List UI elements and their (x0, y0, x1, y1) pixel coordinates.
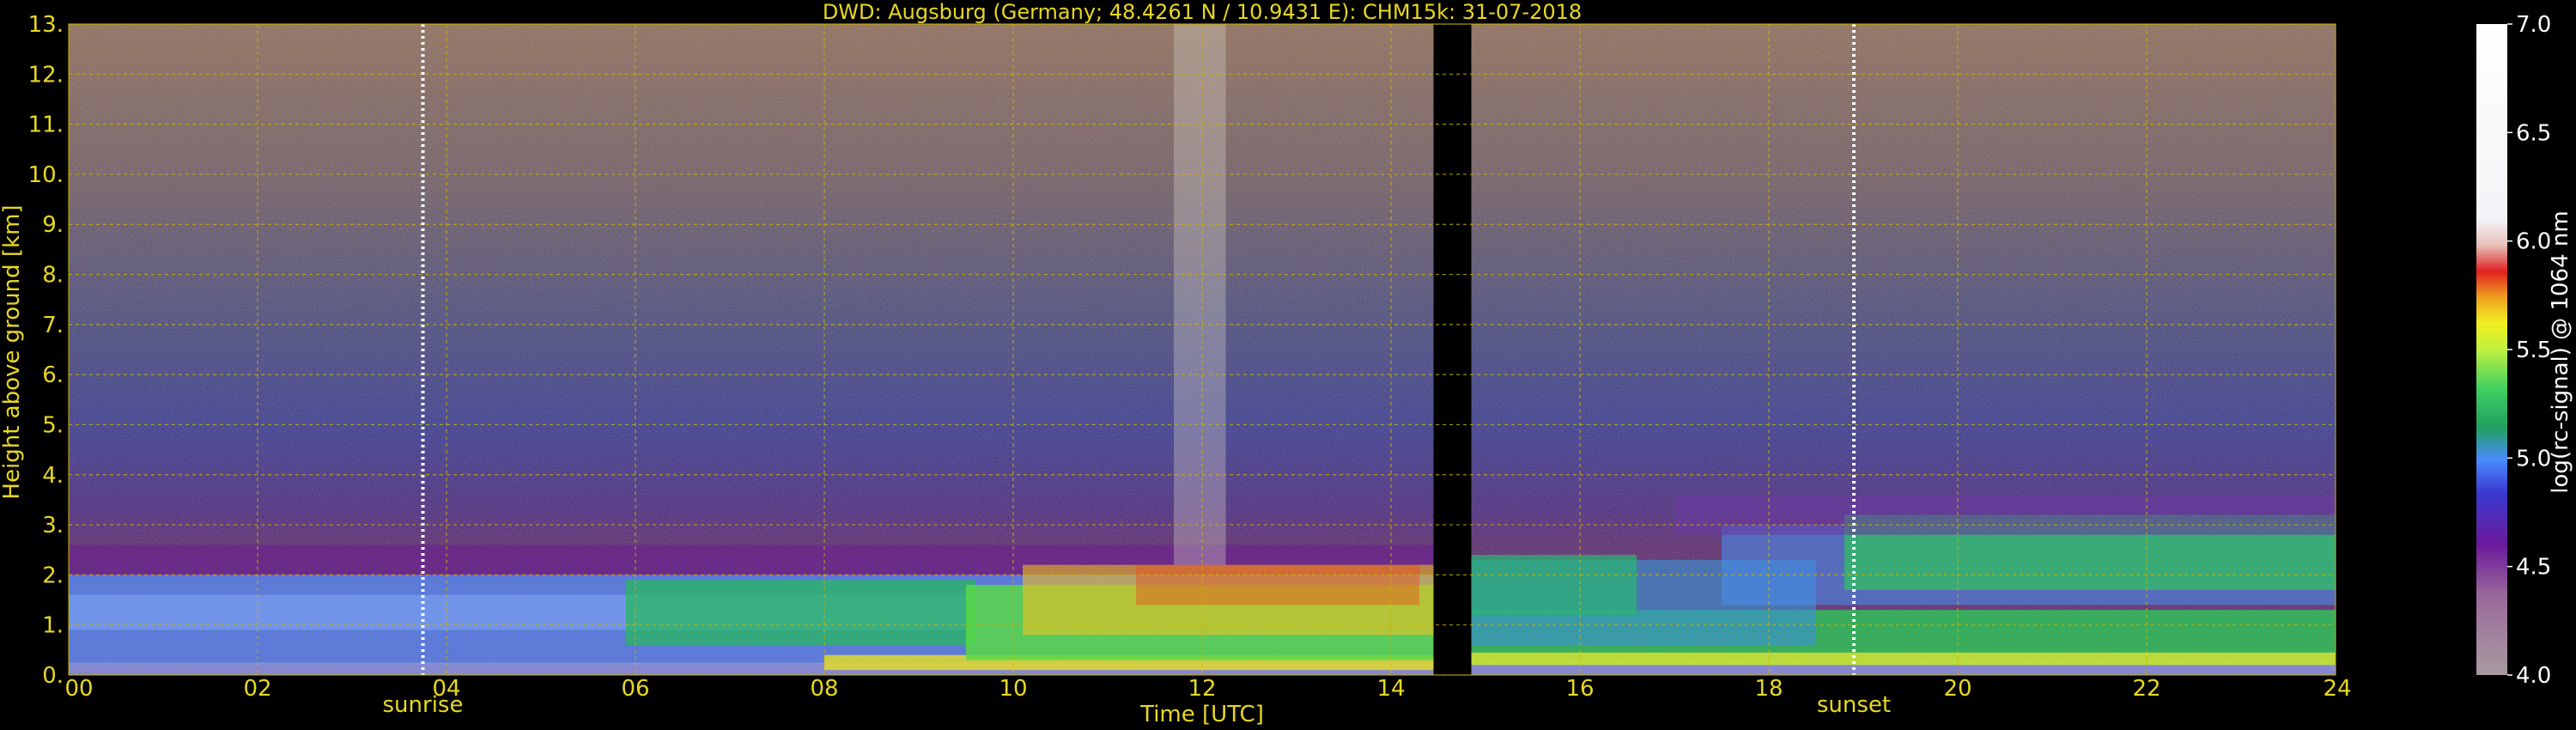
x-tick-label: 22 (2132, 676, 2160, 702)
x-tick-label: 12 (1188, 676, 1216, 702)
x-tick-label: 06 (621, 676, 649, 702)
sun-labels: sunrise sunset (383, 692, 1892, 718)
y-tick-label: 0. (42, 663, 64, 689)
y-tick-label: 3. (42, 513, 64, 538)
y-tick-labels: 0. 1. 2. 3. 4. 5. 6. 7. 8. 9. 10. 11. 12. 13. (28, 12, 64, 689)
colorbar-tick-label: 5.5 (2516, 338, 2551, 363)
colorbar-tick-label: 4.5 (2516, 555, 2551, 581)
chart-title: DWD: Augsburg (Germany; 48.4261 N / 10.9… (823, 0, 1582, 24)
sunrise-label: sunrise (383, 692, 464, 718)
layer-band (626, 580, 975, 646)
layer-band (1471, 555, 1637, 616)
y-tick-label: 13. (28, 12, 64, 38)
x-tick-label: 02 (243, 676, 271, 702)
colorbar-ticks: 4.0 4.5 5.0 5.5 6.0 6.5 7.0 (2507, 12, 2551, 689)
y-tick-label: 1. (42, 613, 64, 639)
colorbar-gradient (2476, 24, 2507, 675)
y-axis-label: Height above ground [km] (0, 204, 25, 499)
colorbar-tick-label: 4.0 (2516, 663, 2551, 689)
layer-band (1136, 564, 1419, 605)
x-tick-label: 20 (1943, 676, 1971, 702)
colorbar-tick-label: 6.0 (2516, 229, 2551, 255)
colorbar-tick-label: 5.0 (2516, 446, 2551, 471)
y-tick-label: 9. (42, 212, 64, 238)
y-tick-label: 6. (42, 362, 64, 388)
x-tick-label: 16 (1565, 676, 1594, 702)
y-tick-label: 12. (28, 62, 64, 88)
x-tick-label: 14 (1376, 676, 1405, 702)
layer-band (1674, 495, 2336, 535)
plot-area (69, 24, 2336, 675)
ceilometer-chart: DWD: Augsburg (Germany; 48.4261 N / 10.9… (0, 0, 2573, 727)
x-tick-label: 18 (1754, 676, 1783, 702)
missing-data-gap (1433, 24, 1472, 675)
colorbar: 4.0 4.5 5.0 5.5 6.0 6.5 7.0 log(rc-signal) @ 1… (2476, 12, 2573, 689)
layer-band (1174, 24, 1226, 565)
colorbar-tick-label: 6.5 (2516, 120, 2551, 146)
x-tick-label: 08 (810, 676, 838, 702)
y-tick-label: 5. (42, 412, 64, 438)
layer-band (1471, 652, 2336, 666)
x-tick-label: 10 (999, 676, 1027, 702)
x-axis-label: Time [UTC] (1139, 702, 1264, 727)
colorbar-label: log(rc-signal) @ 1064 nm (2548, 210, 2573, 493)
x-tick-label: 24 (2323, 676, 2351, 702)
sunset-label: sunset (1817, 692, 1891, 718)
y-tick-label: 4. (42, 463, 64, 489)
y-tick-label: 11. (28, 113, 64, 138)
x-tick-label: 00 (64, 676, 93, 702)
y-tick-label: 8. (42, 263, 64, 289)
colorbar-tick-label: 7.0 (2516, 12, 2551, 38)
y-tick-label: 7. (42, 313, 64, 338)
y-tick-label: 10. (28, 162, 64, 188)
y-tick-label: 2. (42, 563, 64, 588)
